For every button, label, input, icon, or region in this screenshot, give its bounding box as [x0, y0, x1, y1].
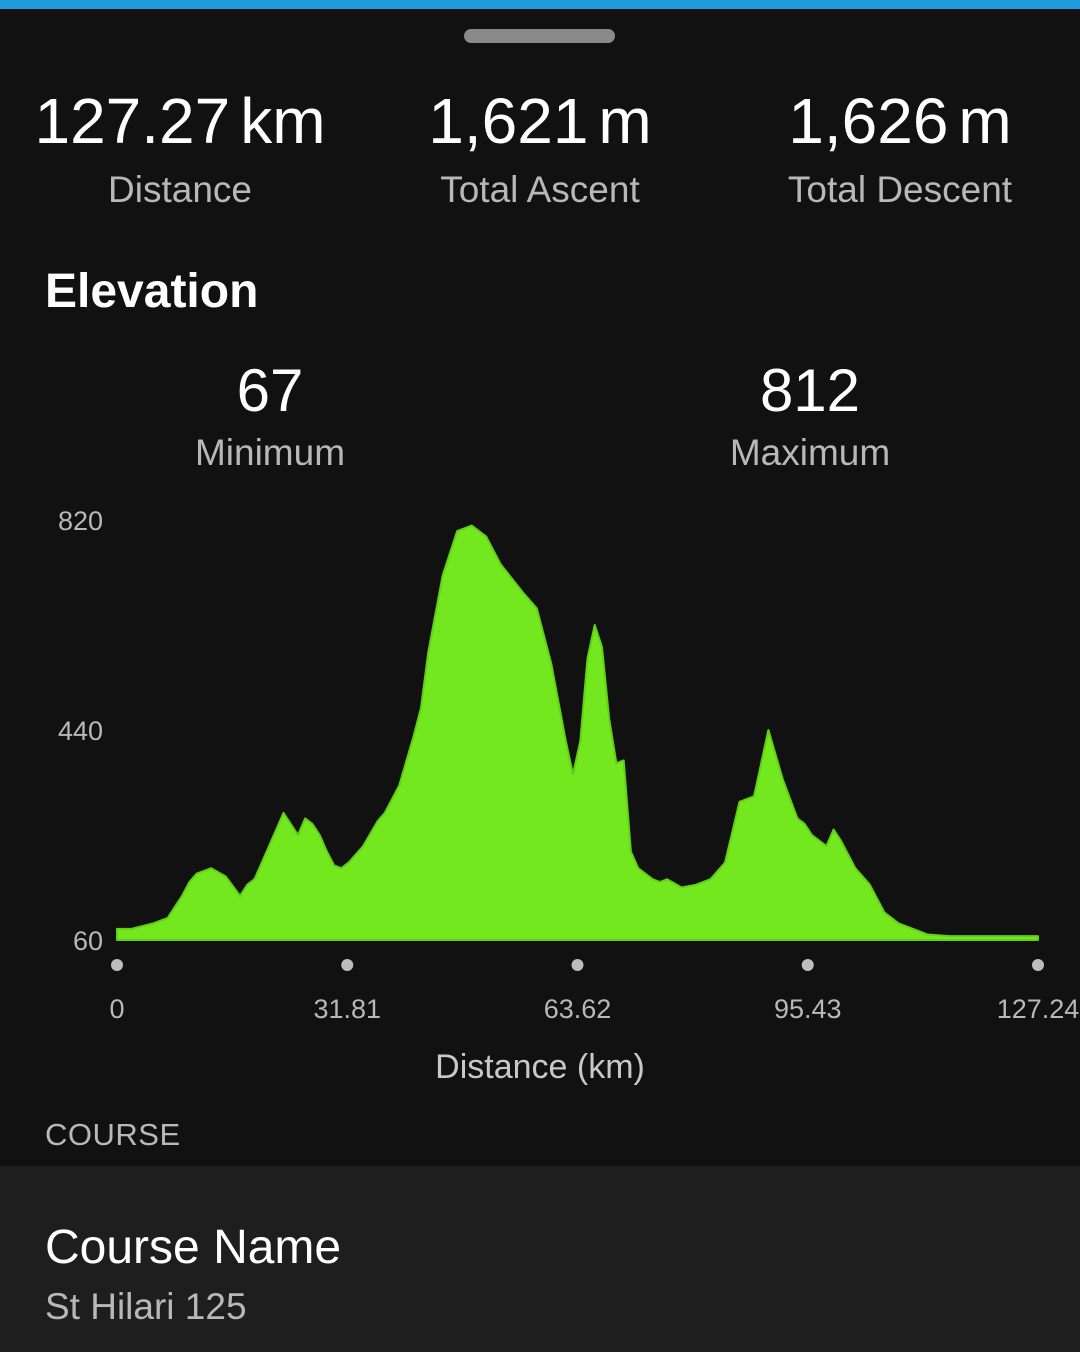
stat-descent-label: Total Descent — [787, 169, 1013, 210]
stat-distance-label: Distance — [108, 169, 252, 210]
x-tick-label: 127.24 — [997, 994, 1080, 1024]
stat-total-ascent: 1,621 m Total Ascent — [360, 82, 720, 214]
x-tick-dot — [341, 959, 354, 971]
stat-ascent-label: Total Ascent — [440, 169, 640, 210]
elevation-minimum: 67 Minimum — [120, 356, 420, 478]
elevation-area — [116, 524, 1039, 941]
elevation-max-label: Maximum — [729, 432, 891, 473]
stat-distance-value: 127.27 km — [34, 85, 326, 157]
y-tick-label: 440 — [58, 716, 103, 746]
stat-ascent-value: 1,621 m — [428, 85, 652, 157]
x-tick-dot — [571, 959, 584, 971]
x-tick-dot — [801, 959, 814, 971]
x-tick-label: 95.43 — [774, 994, 842, 1024]
elevation-max-value: 812 — [759, 357, 861, 424]
x-tick-dot — [111, 959, 123, 971]
y-tick-label: 820 — [58, 506, 103, 536]
top-accent-bar — [0, 0, 1080, 9]
stat-descent-value: 1,626 m — [788, 85, 1012, 157]
elevation-maximum: 812 Maximum — [660, 356, 960, 478]
x-tick-label: 0 — [109, 994, 124, 1024]
elevation-chart[interactable]: 820 440 60 0 31.81 63.62 95.43 127.24 Distance (… — [0, 490, 1080, 1100]
course-name-row[interactable]: Course Name St Hilari 125 — [0, 1166, 1080, 1352]
x-axis-label: Distance (km) — [435, 1048, 645, 1086]
elevation-title: Elevation — [45, 265, 259, 318]
x-tick-label: 63.62 — [544, 994, 612, 1024]
x-tick-dot — [1032, 959, 1044, 971]
course-name-label: Course Name — [45, 1221, 342, 1274]
elevation-min-label: Minimum — [194, 432, 346, 473]
y-tick-label: 60 — [73, 926, 103, 956]
course-name-value: St Hilari 125 — [45, 1286, 247, 1327]
elevation-min-value: 67 — [236, 357, 304, 424]
course-section-label: COURSE — [45, 1117, 181, 1152]
drag-handle[interactable] — [464, 29, 615, 43]
stat-distance: 127.27 km Distance — [0, 82, 360, 214]
stat-total-descent: 1,626 m Total Descent — [720, 82, 1080, 214]
x-tick-label: 31.81 — [313, 994, 381, 1024]
